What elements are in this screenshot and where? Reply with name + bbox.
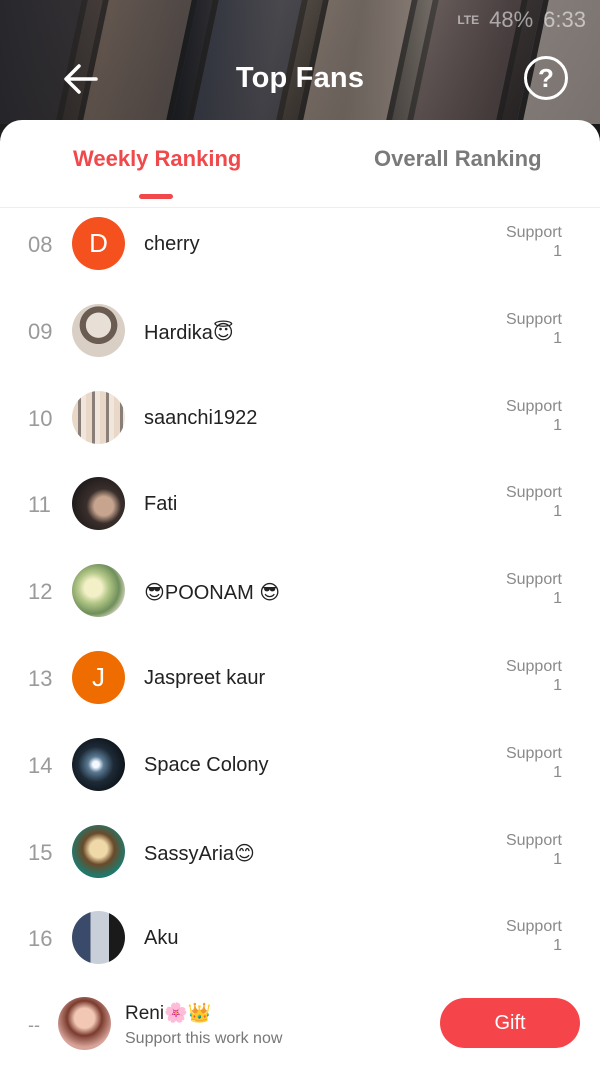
ranking-tabs: Weekly Ranking Overall Ranking — [0, 120, 600, 208]
help-button[interactable]: ? — [524, 56, 568, 100]
fan-list[interactable]: 08 D cherry Support 1 09 Hardika😇 Suppor… — [0, 209, 600, 990]
support-label: Support — [505, 744, 562, 762]
current-user-rank: -- — [28, 1015, 40, 1035]
ranking-card: Weekly Ranking Overall Ranking 08 D cher… — [0, 120, 600, 1067]
avatar[interactable] — [72, 911, 125, 965]
support-count: Support 1 — [506, 223, 562, 261]
support-count: Support 1 — [506, 570, 562, 608]
support-value: 1 — [553, 763, 562, 781]
fan-name: cherry — [144, 233, 200, 255]
support-label: Support — [505, 397, 562, 415]
support-value: 1 — [553, 850, 562, 868]
rank-number: 08 — [28, 232, 53, 257]
avatar[interactable] — [72, 737, 125, 791]
support-value: 1 — [553, 416, 562, 434]
avatar[interactable] — [72, 564, 125, 618]
fan-name: SassyAria😊 — [144, 842, 255, 865]
support-count: Support 1 — [506, 397, 562, 435]
current-user-bar: -- Reni🌸👑 Support this work now Gift — [0, 985, 600, 1067]
list-item[interactable]: 12 😎POONAM 😎 Support 1 — [0, 556, 600, 643]
avatar[interactable] — [72, 477, 125, 531]
support-count: Support 1 — [506, 917, 562, 955]
support-count: Support 1 — [506, 831, 562, 869]
avatar[interactable] — [72, 390, 125, 444]
fan-name: Space Colony — [144, 753, 269, 776]
fan-name: saanchi1922 — [144, 406, 258, 429]
rank-number: 16 — [28, 926, 53, 952]
support-label: Support — [505, 657, 562, 675]
status-bar: LTE 48% 6:33 — [457, 6, 586, 34]
support-value: 1 — [553, 503, 562, 521]
support-label: Support — [505, 224, 562, 241]
support-label: Support — [505, 918, 562, 936]
support-label: Support — [505, 484, 562, 502]
list-item[interactable]: 10 saanchi1922 Support 1 — [0, 383, 600, 470]
list-item[interactable]: 16 Aku Support 1 — [0, 903, 600, 990]
fan-name: Hardika😇 — [144, 321, 234, 344]
rank-number: 09 — [28, 318, 53, 344]
fan-name: Fati — [144, 493, 178, 516]
gift-button[interactable]: Gift — [440, 998, 580, 1048]
support-prompt: Support this work now — [125, 1030, 283, 1047]
rank-number: 14 — [28, 752, 53, 778]
support-count: Support 1 — [506, 483, 562, 521]
network-indicator: LTE — [457, 13, 480, 27]
fan-name: Jaspreet kaur — [144, 666, 266, 689]
battery-level: 48% — [489, 7, 534, 32]
support-value: 1 — [553, 937, 562, 955]
current-user-name: Reni🌸👑 — [125, 1003, 212, 1024]
rank-number: 10 — [28, 405, 53, 431]
support-label: Support — [505, 831, 562, 849]
support-label: Support — [505, 571, 562, 589]
tab-weekly-ranking[interactable]: Weekly Ranking — [73, 146, 241, 172]
rank-number: 15 — [28, 839, 53, 865]
fan-name: Aku — [144, 927, 179, 950]
rank-number: 13 — [28, 665, 53, 691]
page-title: Top Fans — [235, 62, 365, 94]
list-item[interactable]: 08 D cherry Support 1 — [0, 209, 600, 296]
tab-overall-ranking[interactable]: Overall Ranking — [374, 146, 542, 172]
active-tab-indicator — [139, 194, 173, 199]
avatar[interactable] — [58, 997, 111, 1050]
support-value: 1 — [553, 590, 562, 608]
list-item[interactable]: 15 SassyAria😊 Support 1 — [0, 817, 600, 904]
avatar[interactable]: D — [72, 217, 125, 270]
list-item[interactable]: 14 Space Colony Support 1 — [0, 730, 600, 817]
support-value: 1 — [553, 243, 562, 260]
list-item[interactable]: 11 Fati Support 1 — [0, 469, 600, 556]
support-count: Support 1 — [506, 657, 562, 695]
support-value: 1 — [553, 676, 562, 694]
rank-number: 11 — [28, 492, 51, 518]
rank-number: 12 — [28, 579, 53, 605]
avatar[interactable]: J — [72, 650, 125, 704]
support-label: Support — [505, 310, 562, 328]
list-item[interactable]: 13 J Jaspreet kaur Support 1 — [0, 643, 600, 730]
list-item[interactable]: 09 Hardika😇 Support 1 — [0, 296, 600, 383]
support-count: Support 1 — [506, 744, 562, 782]
question-mark-icon: ? — [538, 62, 554, 93]
avatar[interactable] — [72, 824, 125, 878]
support-count: Support 1 — [506, 310, 562, 348]
support-value: 1 — [553, 329, 562, 347]
fan-name: 😎POONAM 😎 — [144, 582, 281, 605]
clock: 6:33 — [543, 7, 586, 32]
avatar[interactable] — [72, 303, 125, 357]
